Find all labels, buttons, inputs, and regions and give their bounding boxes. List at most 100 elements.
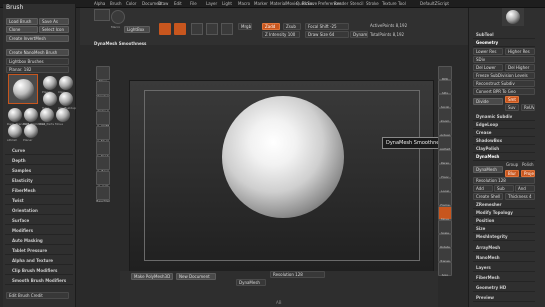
thickness-slider[interactable]: Thickness 4 [505,193,535,200]
dynamic-button[interactable]: Dynamic [350,31,368,38]
sub-button[interactable]: Sub [494,185,514,192]
brush-section-surface[interactable]: Surface [5,216,73,225]
left-tool-icon[interactable] [96,186,110,200]
quicksave-button[interactable]: QuickSave [296,1,317,6]
reuv-button[interactable]: ReUV [521,104,535,111]
resolution-slider[interactable]: Resolution 128 [473,177,535,184]
current-brush-thumb[interactable] [8,74,38,104]
left-tool-icon[interactable] [96,171,110,185]
new-document-button[interactable]: New Document [176,273,216,280]
brush-thumb-icon[interactable] [43,92,57,106]
left-tool-icon[interactable] [96,126,110,140]
brush-section-auto-masking[interactable]: Auto Masking [5,236,73,245]
size-section[interactable]: Size [473,225,535,233]
draw-size-slider[interactable]: Draw Size 64 [305,31,349,38]
menu-item-stroke[interactable]: Stroke [366,1,379,6]
brush-section-fibermesh[interactable]: FiberMesh [5,186,73,195]
left-tool-icon[interactable] [96,111,110,125]
left-tool-icon[interactable] [96,156,110,170]
reconstruct-subdiv-button[interactable]: Reconstruct Subdiv [473,80,535,87]
blur-slider[interactable]: Blur [505,170,519,177]
brush-section-depth[interactable]: Depth [5,156,73,165]
focal-shift-slider[interactable]: Focal Shift -25 [305,23,349,30]
shadowbox-section[interactable]: ShadowBox [473,137,535,145]
meshintegrity-section[interactable]: MeshIntegrity [473,233,535,241]
add-button[interactable]: Add [473,185,493,192]
crease-section[interactable]: Crease [473,129,535,137]
edit-brush-credit-button[interactable]: Edit Brush Credit [6,292,69,299]
brush-name-slider[interactable]: Planar. 182 [6,66,69,73]
sphere-mesh[interactable] [222,96,344,218]
make-polymesh-button[interactable]: Make PolyMesh3D [131,273,173,280]
right-section-arraymesh[interactable]: ArrayMesh [473,244,535,252]
menu-item-layer[interactable]: Layer [206,1,217,6]
menu-item-marker[interactable]: Marker [254,1,268,6]
menu-item-alpha[interactable]: Alpha [94,1,105,6]
position-section[interactable]: Position [473,217,535,225]
del-higher-button[interactable]: Del Higher [505,64,535,71]
menu-item-edit[interactable]: Edit [174,1,182,6]
right-section-geometry-hd[interactable]: Geometry HD [473,284,535,292]
brush-thumb-icon[interactable] [8,108,22,122]
menu-item-tool[interactable]: Tool [398,1,406,6]
lower-res-button[interactable]: Lower Res [473,48,503,55]
geometry-section[interactable]: Geometry [473,39,535,47]
convert-bpr-button[interactable]: Convert BPR To Geo [473,88,535,95]
brush-section-tablet-pressure[interactable]: Tablet Pressure [5,246,73,255]
brush-section-elasticity[interactable]: Elasticity [5,176,73,185]
right-section-nanomesh[interactable]: NanoMesh [473,254,535,262]
dynamesh-button[interactable]: DynaMesh [473,166,503,173]
brush-section-smooth-brush-modifiers[interactable]: Smooth Brush Modifiers [5,276,73,285]
right-section-layers[interactable]: Layers [473,264,535,272]
mrgb-button[interactable]: Mrgb [238,23,252,30]
default-zscript-button[interactable]: DefaultZScript [420,1,449,6]
select-icon-button[interactable]: Select Icon [39,26,69,33]
and-button[interactable]: And [515,185,535,192]
zremesher-section[interactable]: ZRemesher [473,201,535,209]
menu-item-render[interactable]: Render [334,1,348,6]
menu-item-color[interactable]: Color [126,1,136,6]
move-mode-button[interactable] [191,23,203,35]
zadd-button[interactable]: Zadd [262,23,280,30]
left-tool-icon[interactable] [96,81,110,95]
dynamic-subdiv-section[interactable]: Dynamic Subdiv [473,113,535,121]
del-lower-button[interactable]: Del Lower [473,64,503,71]
left-tool-icon[interactable] [96,96,110,110]
claypolish-section[interactable]: ClayPolish [473,145,535,153]
scale-mode-button[interactable] [206,23,218,35]
menu-item-brush[interactable]: Brush [110,1,122,6]
brush-thumb-icon[interactable] [24,124,38,138]
left-tool-icon[interactable] [96,141,110,155]
freeze-subdiv-button[interactable]: Freeze SubDivision Levels [473,72,535,79]
menu-item-draw[interactable]: Draw [158,1,168,6]
zsub-button[interactable]: Zsub [283,23,301,30]
higher-res-button[interactable]: Higher Res [505,48,535,55]
dynamesh-section[interactable]: DynaMesh [473,153,535,161]
clone-button[interactable]: Clone [6,26,38,33]
brush-section-curve[interactable]: Curve [5,146,73,155]
brush-section-alpha-and-texture[interactable]: Alpha and Texture [5,256,73,265]
brush-thumb-icon[interactable] [43,76,57,90]
menu-item-file[interactable]: File [190,1,197,6]
menu-item-stencil[interactable]: Stencil [350,1,364,6]
brush-thumb-icon[interactable] [56,108,70,122]
sdiv-slider[interactable]: SDiv [473,56,535,63]
subtool-section[interactable]: SubTool [473,31,535,39]
z-intensity-slider[interactable]: Z Intensity 100 [262,31,300,38]
brush-thumb-icon[interactable] [8,124,22,138]
right-section-preview[interactable]: Preview [473,294,535,302]
right-section-fibermesh[interactable]: FiberMesh [473,274,535,282]
brush-section-samples[interactable]: Samples [5,166,73,175]
brush-thumb-icon[interactable] [59,76,73,90]
menu-item-material[interactable]: Material [270,1,286,6]
bottom-dynamesh-button[interactable]: DynaMesh [236,279,266,286]
brush-section-twist[interactable]: Twist [5,196,73,205]
brush-section-orientation[interactable]: Orientation [5,206,73,215]
suv-button[interactable]: Suv [505,104,519,111]
smt-button[interactable]: Smt [505,96,519,103]
canvas[interactable] [129,80,434,272]
brush-section-modifiers[interactable]: Modifiers [5,226,73,235]
menu-item-texture[interactable]: Texture [382,1,397,6]
create-nanomesh-button[interactable]: Create NanoMesh Brush [6,49,69,56]
edgeloop-section[interactable]: EdgeLoop [473,121,535,129]
